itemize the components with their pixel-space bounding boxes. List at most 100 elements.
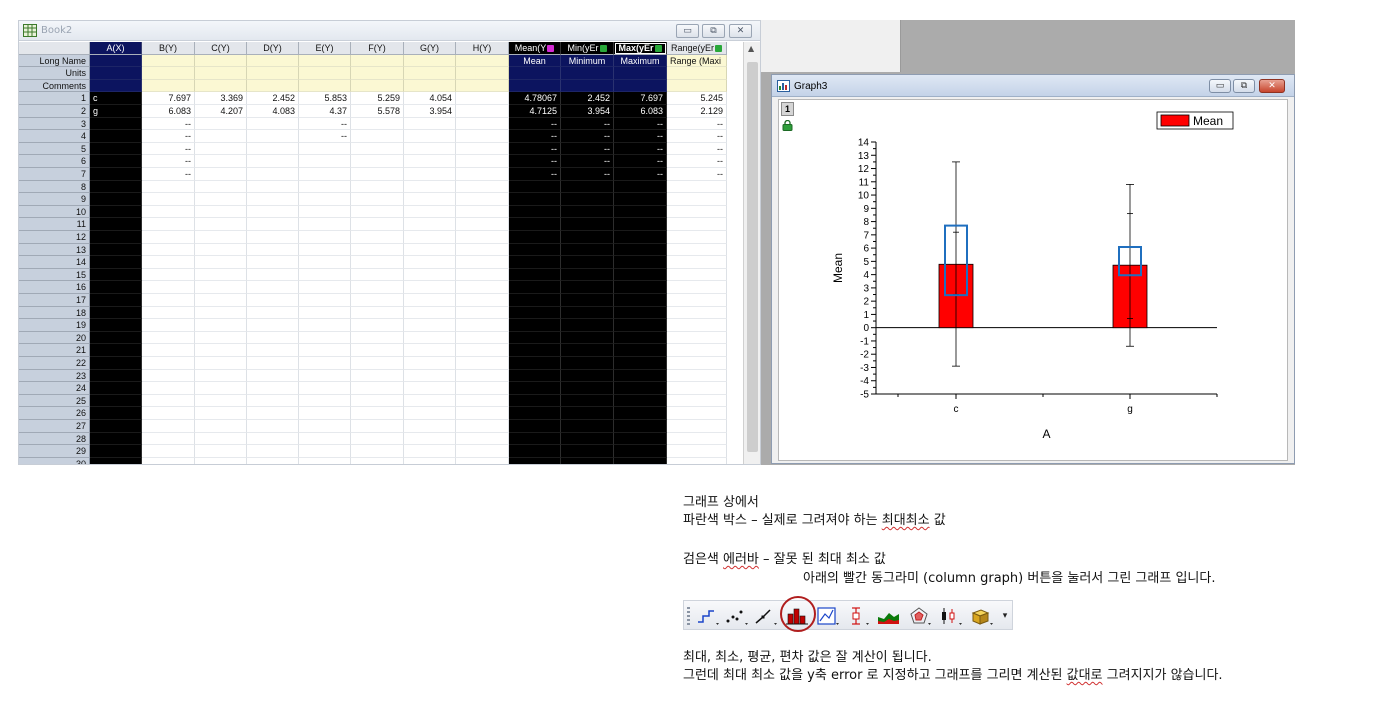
data-cell[interactable] [195, 344, 247, 357]
data-cell[interactable] [456, 445, 509, 458]
data-cell[interactable] [90, 218, 142, 231]
data-cell[interactable] [90, 407, 142, 420]
data-cell[interactable] [614, 306, 667, 320]
column-header[interactable]: G(Y) [404, 42, 456, 55]
data-cell[interactable] [509, 268, 561, 282]
meta-cell[interactable] [456, 67, 509, 80]
data-cell[interactable] [561, 256, 614, 269]
data-cell[interactable] [509, 319, 561, 332]
row-number[interactable]: 22 [19, 357, 90, 370]
data-cell[interactable] [90, 117, 142, 131]
data-cell[interactable] [561, 457, 614, 464]
data-cell[interactable] [404, 155, 456, 168]
data-cell[interactable] [142, 382, 195, 395]
data-cell[interactable] [614, 205, 667, 219]
data-cell[interactable] [142, 344, 195, 357]
data-cell[interactable] [456, 180, 509, 194]
data-cell[interactable] [142, 331, 195, 345]
long-name-cell[interactable] [456, 54, 509, 68]
data-cell[interactable] [614, 420, 667, 433]
data-cell[interactable] [247, 281, 299, 294]
data-cell[interactable]: -- [667, 117, 727, 131]
data-cell[interactable] [509, 205, 561, 219]
data-cell[interactable] [667, 268, 727, 282]
data-cell[interactable] [299, 394, 351, 408]
data-cell[interactable] [195, 407, 247, 420]
data-cell[interactable]: -- [561, 142, 614, 156]
data-cell[interactable] [142, 218, 195, 231]
data-cell[interactable] [351, 205, 404, 219]
data-cell[interactable] [561, 432, 614, 446]
data-cell[interactable] [351, 357, 404, 370]
workbook-titlebar[interactable]: Book2 ▭ ⧉ ✕ [19, 21, 760, 41]
data-cell[interactable] [351, 256, 404, 269]
data-cell[interactable] [195, 369, 247, 383]
data-cell[interactable] [247, 432, 299, 446]
data-cell[interactable]: 7.697 [614, 92, 667, 105]
data-cell[interactable]: 2.129 [667, 105, 727, 118]
data-cell[interactable] [667, 432, 727, 446]
row-number[interactable]: 18 [19, 306, 90, 320]
data-cell[interactable] [90, 357, 142, 370]
column-header[interactable]: Range(yEr [667, 42, 727, 55]
data-cell[interactable] [247, 331, 299, 345]
data-cell[interactable] [404, 193, 456, 206]
data-cell[interactable] [667, 357, 727, 370]
data-cell[interactable] [90, 130, 142, 143]
data-cell[interactable] [247, 357, 299, 370]
long-name-cell[interactable] [195, 54, 247, 68]
data-cell[interactable] [299, 457, 351, 464]
row-number[interactable]: 16 [19, 281, 90, 294]
data-cell[interactable] [299, 193, 351, 206]
data-cell[interactable]: 6.083 [614, 105, 667, 118]
data-cell[interactable]: -- [509, 117, 561, 131]
data-cell[interactable]: 7.697 [142, 92, 195, 105]
row-number[interactable]: 23 [19, 369, 90, 383]
data-cell[interactable] [195, 420, 247, 433]
data-cell[interactable] [142, 268, 195, 282]
row-number[interactable]: 3 [19, 117, 90, 131]
row-number[interactable]: 19 [19, 319, 90, 332]
long-name-cell[interactable] [299, 54, 351, 68]
data-cell[interactable] [456, 294, 509, 307]
data-cell[interactable] [351, 218, 404, 231]
data-cell[interactable] [509, 256, 561, 269]
data-cell[interactable] [509, 231, 561, 244]
data-cell[interactable]: -- [509, 142, 561, 156]
data-cell[interactable] [509, 382, 561, 395]
data-cell[interactable] [561, 331, 614, 345]
data-cell[interactable] [667, 218, 727, 231]
data-cell[interactable]: 4.083 [247, 105, 299, 118]
data-cell[interactable] [247, 168, 299, 181]
data-cell[interactable] [142, 294, 195, 307]
long-name-cell[interactable]: Maximum [614, 54, 667, 68]
data-cell[interactable] [561, 180, 614, 194]
data-cell[interactable] [247, 394, 299, 408]
long-name-cell[interactable]: Mean [509, 54, 561, 68]
data-cell[interactable] [247, 344, 299, 357]
data-cell[interactable] [247, 319, 299, 332]
data-cell[interactable] [90, 142, 142, 156]
data-cell[interactable] [404, 218, 456, 231]
data-cell[interactable] [351, 243, 404, 257]
data-cell[interactable] [614, 382, 667, 395]
data-cell[interactable] [404, 432, 456, 446]
row-number[interactable]: 6 [19, 155, 90, 168]
data-cell[interactable] [142, 281, 195, 294]
data-cell[interactable] [456, 130, 509, 143]
data-cell[interactable] [142, 256, 195, 269]
data-cell[interactable] [195, 432, 247, 446]
data-cell[interactable] [456, 457, 509, 464]
data-cell[interactable] [404, 445, 456, 458]
data-cell[interactable]: -- [299, 117, 351, 131]
data-cell[interactable] [299, 420, 351, 433]
data-cell[interactable] [614, 281, 667, 294]
data-cell[interactable] [90, 382, 142, 395]
data-cell[interactable] [509, 218, 561, 231]
data-cell[interactable] [90, 394, 142, 408]
row-number[interactable]: 8 [19, 180, 90, 194]
data-cell[interactable]: -- [509, 168, 561, 181]
data-cell[interactable] [404, 142, 456, 156]
data-cell[interactable] [247, 130, 299, 143]
data-cell[interactable] [90, 432, 142, 446]
